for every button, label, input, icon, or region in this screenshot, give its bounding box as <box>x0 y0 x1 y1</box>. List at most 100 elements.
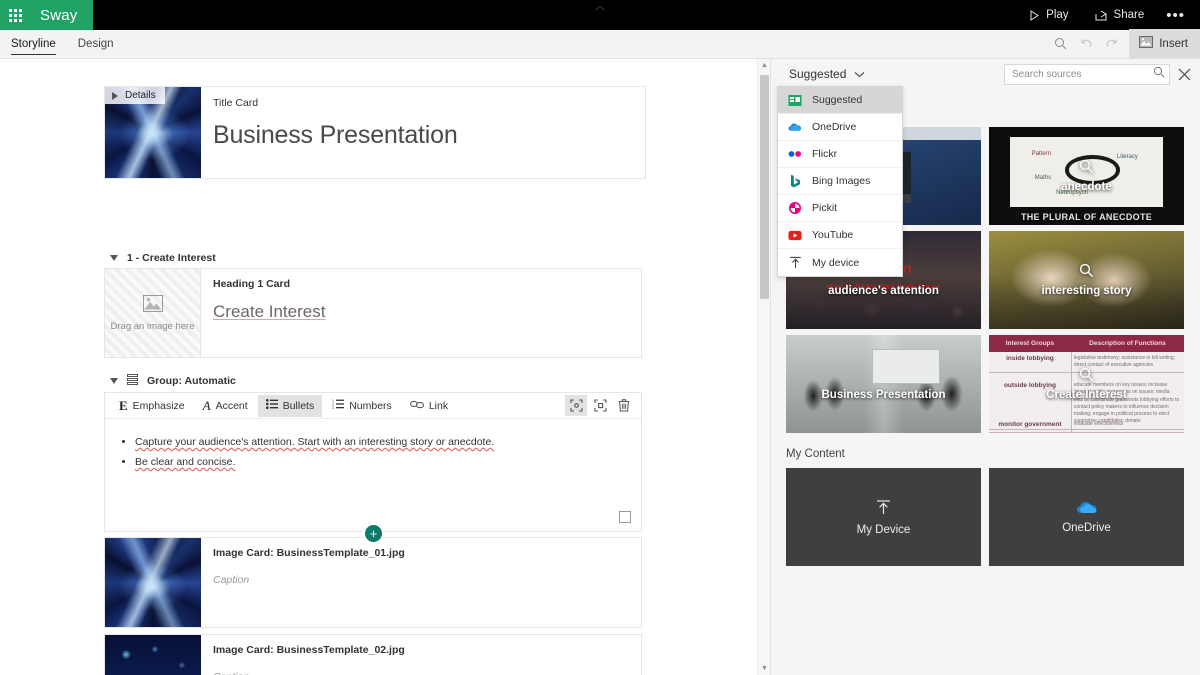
link-button[interactable]: Link <box>402 395 456 417</box>
my-content-label: My Content <box>786 448 845 460</box>
source-dropdown-menu[interactable]: Suggested OneDrive Flickr Bing Images Pi… <box>777 86 903 277</box>
search-sources-box[interactable] <box>1004 63 1170 85</box>
onedrive-tile[interactable]: OneDrive <box>989 468 1184 566</box>
ribbon-redo-icon[interactable] <box>1099 29 1125 58</box>
upload-icon <box>788 256 802 270</box>
image-drop-zone[interactable]: Drag an image here <box>105 269 201 357</box>
insert-label: Insert <box>1159 37 1188 50</box>
scrollbar-thumb[interactable] <box>760 75 769 299</box>
my-device-tile[interactable]: My Device <box>786 468 981 566</box>
title-card-heading[interactable]: Business Presentation <box>213 121 645 150</box>
bing-icon <box>788 174 802 188</box>
dropdown-item-bing-images[interactable]: Bing Images <box>778 168 902 195</box>
image-card-2-thumbnail[interactable] <box>105 635 201 675</box>
storyline-pane: Details Title Card Business Presentation… <box>0 59 760 675</box>
add-card-button[interactable]: + <box>365 525 382 542</box>
dropdown-label: Pickit <box>812 202 838 214</box>
expand-icon[interactable] <box>565 395 587 416</box>
group-header-automatic[interactable]: Group: Automatic <box>110 374 236 388</box>
image-card-1-caption[interactable]: Caption <box>213 574 641 586</box>
tile-caption: Create Interest <box>1046 389 1127 401</box>
tab-storyline[interactable]: Storyline <box>0 29 67 58</box>
onedrive-label: OneDrive <box>1062 522 1111 534</box>
dropdown-item-pickit[interactable]: Pickit <box>778 195 902 222</box>
source-selector-label: Suggested <box>789 67 847 81</box>
dropdown-label: Suggested <box>812 94 863 106</box>
suggested-tile-create-interest[interactable]: Interest Groups Description of Functions… <box>989 335 1184 433</box>
details-expand-arrow-icon[interactable] <box>112 91 118 100</box>
ribbon-bar: Storyline Design Insert <box>0 29 1200 59</box>
upload-icon <box>875 499 892 519</box>
app-launcher-icon[interactable] <box>0 0 30 30</box>
search-icon[interactable] <box>1153 65 1165 83</box>
bullet-text-2: Be clear and concise. <box>135 455 236 468</box>
search-input[interactable] <box>1012 68 1153 80</box>
title-card[interactable]: Details Title Card Business Presentation <box>104 86 646 179</box>
insert-button[interactable]: Insert <box>1129 29 1200 58</box>
image-card-2-caption[interactable]: Caption <box>213 671 641 675</box>
dropdown-item-suggested[interactable]: Suggested <box>778 87 902 114</box>
accent-button[interactable]: A Accent <box>195 395 256 417</box>
emphasize-label: Emphasize <box>132 399 185 412</box>
ribbon-undo-icon[interactable] <box>1073 29 1099 58</box>
trash-icon[interactable] <box>613 395 635 416</box>
dropdown-item-flickr[interactable]: Flickr <box>778 141 902 168</box>
chevron-down-icon[interactable] <box>854 67 865 81</box>
heading-card-body: Heading 1 Card Create Interest <box>201 269 641 357</box>
suggested-tile-anecdote[interactable]: Pattern Literacy Maths Neuropsych THE PL… <box>989 127 1184 225</box>
bullet-item[interactable]: Capture your audience's attention. Start… <box>135 433 627 453</box>
heading-card-text[interactable]: Create Interest <box>213 302 641 322</box>
link-label: Link <box>428 399 449 412</box>
numbers-icon: 1 2 3 <box>332 399 345 412</box>
bullets-label: Bullets <box>282 399 315 412</box>
storyline-scrollbar[interactable]: ▲ ▼ <box>757 59 770 675</box>
emphasize-button[interactable]: E Emphasize <box>111 395 193 417</box>
details-toggle[interactable]: Details <box>105 87 165 104</box>
close-icon[interactable] <box>1170 60 1198 88</box>
play-icon <box>1029 9 1040 21</box>
image-card-1-thumbnail[interactable] <box>105 538 201 627</box>
image-card-2[interactable]: Image Card: BusinessTemplate_02.jpg Capt… <box>104 634 642 675</box>
play-button[interactable]: Play <box>1016 0 1081 30</box>
dropdown-item-youtube[interactable]: YouTube <box>778 222 902 249</box>
ribbon-search-icon[interactable] <box>1047 29 1073 58</box>
insert-pane: Suggested Suggested <box>770 59 1200 675</box>
numbers-button[interactable]: 1 2 3 Numbers <box>324 395 400 417</box>
source-selector[interactable]: Suggested <box>785 64 869 84</box>
heading-card-type-label: Heading 1 Card <box>213 278 291 290</box>
heading-1-card[interactable]: Drag an image here Heading 1 Card Create… <box>104 268 642 358</box>
share-button[interactable]: Share <box>1082 0 1158 30</box>
insert-image-icon <box>1139 36 1154 51</box>
text-card[interactable]: E Emphasize A Accent Bullets 1 2 3 Numbe… <box>104 392 642 532</box>
dropdown-label: YouTube <box>812 229 854 241</box>
tile-caption: interesting story <box>1041 285 1132 297</box>
image-card-1[interactable]: Image Card: BusinessTemplate_01.jpg Capt… <box>104 537 642 628</box>
collapse-chevron-up-icon[interactable] <box>586 0 614 16</box>
bullet-item[interactable]: Be clear and concise. <box>135 453 627 473</box>
section-collapse-arrow-icon[interactable] <box>110 255 118 261</box>
image-card-2-type-label: Image Card: BusinessTemplate_02.jpg <box>213 644 405 656</box>
section-header-create-interest[interactable]: 1 - Create Interest <box>110 252 216 264</box>
app-brand-sway[interactable]: Sway <box>30 0 94 30</box>
flickr-icon <box>788 147 802 161</box>
group-collapse-arrow-icon[interactable] <box>110 378 118 384</box>
accent-label: Accent <box>215 399 248 412</box>
drop-zone-label: Drag an image here <box>110 320 195 332</box>
dropdown-item-my-device[interactable]: My device <box>778 249 902 276</box>
title-card-thumbnail[interactable]: Details <box>105 87 201 178</box>
play-label: Play <box>1046 9 1069 21</box>
image-placeholder-icon <box>142 294 163 315</box>
card-select-checkbox[interactable] <box>619 511 631 523</box>
suggested-tile-interesting-story[interactable]: interesting story <box>989 231 1184 329</box>
svg-text:3: 3 <box>332 406 334 409</box>
link-icon <box>409 400 424 412</box>
bullets-button[interactable]: Bullets <box>257 394 323 417</box>
focus-icon[interactable] <box>589 395 611 416</box>
bullets-icon <box>265 399 278 412</box>
suggested-tile-business-presentation[interactable]: Business Presentation <box>786 335 981 433</box>
tab-design[interactable]: Design <box>67 29 125 58</box>
more-options-button[interactable]: ••• <box>1157 0 1200 30</box>
text-card-bullet-list[interactable]: Capture your audience's attention. Start… <box>105 419 641 473</box>
tile-overlay: Create Interest <box>989 335 1184 433</box>
dropdown-item-onedrive[interactable]: OneDrive <box>778 114 902 141</box>
